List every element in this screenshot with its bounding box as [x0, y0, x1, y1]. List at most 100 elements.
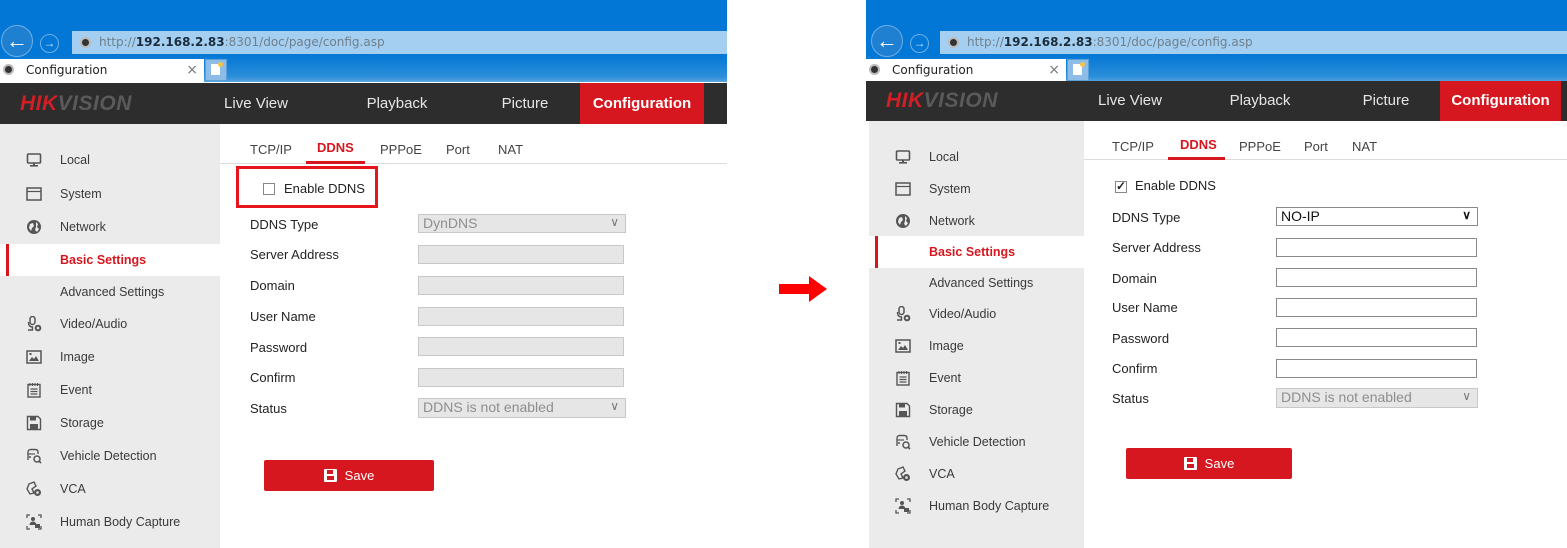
- globe-icon: [27, 220, 41, 234]
- sidebar-item-image[interactable]: Image: [0, 341, 220, 373]
- sidebar-item-local[interactable]: Local: [869, 141, 1089, 173]
- sidebar: Local System Network Basic Settings Adva…: [869, 121, 1084, 548]
- sidebar-item-vca[interactable]: VCA: [869, 458, 1089, 490]
- sidebar-item-local[interactable]: Local: [0, 144, 220, 176]
- image-icon: [26, 350, 42, 364]
- address-bar[interactable]: http://192.168.2.83:8301/doc/page/config…: [940, 31, 1567, 54]
- status-label: Status: [250, 401, 287, 416]
- floppy-disk-icon: [26, 415, 42, 431]
- back-button[interactable]: ←: [1, 25, 33, 57]
- app-header: HIKVISION Live View Playback Picture Con…: [866, 81, 1567, 121]
- tab-port[interactable]: Port: [1304, 139, 1328, 154]
- person-capture-icon: [895, 498, 911, 514]
- forward-button[interactable]: →: [40, 34, 59, 53]
- sidebar-item-vehicle-detection[interactable]: Vehicle Detection: [0, 440, 220, 472]
- sidebar-item-network[interactable]: Network: [0, 211, 220, 243]
- nav-picture[interactable]: Picture: [490, 83, 560, 124]
- nav-playback[interactable]: Playback: [1220, 81, 1300, 121]
- forward-button[interactable]: →: [910, 34, 929, 53]
- tab-nat[interactable]: NAT: [1352, 139, 1377, 154]
- nav-live-view[interactable]: Live View: [220, 83, 292, 124]
- sidebar-item-image[interactable]: Image: [869, 330, 1089, 362]
- tab-ddns[interactable]: DDNS: [317, 140, 354, 155]
- browser-tab[interactable]: Configuration ×: [0, 59, 204, 82]
- tab-pppoe[interactable]: PPPoE: [380, 142, 422, 157]
- password-label: Password: [1112, 331, 1170, 346]
- ddns-type-select[interactable]: NO-IP ∨: [1276, 207, 1478, 226]
- status-select[interactable]: DDNS is not enabled ∨: [1276, 388, 1478, 408]
- save-disk-icon: [1183, 457, 1197, 470]
- user-name-input[interactable]: [1276, 298, 1477, 317]
- calendar-list-icon: [27, 383, 41, 398]
- close-tab-icon[interactable]: ×: [1048, 59, 1060, 82]
- person-capture-icon: [26, 514, 42, 530]
- sidebar-item-advanced-settings[interactable]: Advanced Settings: [0, 276, 220, 308]
- ddns-type-label: DDNS Type: [1112, 210, 1181, 225]
- save-button[interactable]: Save: [264, 460, 434, 491]
- sidebar-item-video-audio[interactable]: Video/Audio: [869, 298, 1089, 330]
- save-button[interactable]: Save: [1126, 448, 1292, 479]
- server-address-input[interactable]: [418, 245, 624, 264]
- tab-port[interactable]: Port: [446, 142, 470, 157]
- user-name-input[interactable]: [418, 307, 624, 326]
- confirm-label: Confirm: [1112, 361, 1158, 376]
- sidebar-item-vca[interactable]: VCA: [0, 473, 220, 505]
- vca-icon: [895, 466, 910, 481]
- back-button[interactable]: ←: [871, 25, 903, 57]
- enable-ddns-label: Enable DDNS: [1135, 178, 1216, 193]
- tab-tcp-ip[interactable]: TCP/IP: [250, 142, 292, 157]
- status-select[interactable]: DDNS is not enabled ∨: [418, 398, 626, 418]
- close-tab-icon[interactable]: ×: [186, 59, 198, 82]
- tab-pppoe[interactable]: PPPoE: [1239, 139, 1281, 154]
- confirm-input[interactable]: [418, 368, 624, 387]
- password-input[interactable]: [418, 337, 624, 356]
- nav-playback[interactable]: Playback: [357, 83, 437, 124]
- domain-input[interactable]: [1276, 268, 1477, 287]
- sidebar-item-system[interactable]: System: [869, 173, 1089, 205]
- network-tabs: TCP/IP DDNS PPPoE Port NAT: [1084, 121, 1567, 160]
- new-tab-button[interactable]: [1067, 59, 1089, 81]
- confirm-label: Confirm: [250, 370, 296, 385]
- chevron-down-icon: ∨: [1462, 208, 1471, 222]
- nav-picture[interactable]: Picture: [1351, 81, 1421, 121]
- sidebar-item-advanced-settings[interactable]: Advanced Settings: [869, 267, 1089, 299]
- new-tab-button[interactable]: [205, 59, 227, 81]
- ddns-type-select[interactable]: DynDNS ∨: [418, 214, 626, 233]
- tab-favicon-icon: [869, 64, 880, 75]
- sidebar-item-basic-settings[interactable]: Basic Settings: [869, 236, 1084, 268]
- enable-ddns-checkbox[interactable]: [263, 183, 275, 195]
- server-address-input[interactable]: [1276, 238, 1477, 257]
- sidebar-item-event[interactable]: Event: [869, 362, 1089, 394]
- address-bar[interactable]: http://192.168.2.83:8301/doc/page/config…: [72, 31, 727, 54]
- network-tabs: TCP/IP DDNS PPPoE Port NAT: [220, 124, 727, 164]
- sidebar-item-video-audio[interactable]: Video/Audio: [0, 308, 220, 340]
- browser-tab[interactable]: Configuration ×: [866, 59, 1066, 82]
- sidebar-item-human-body-capture[interactable]: Human Body Capture: [0, 506, 220, 538]
- sidebar-item-event[interactable]: Event: [0, 374, 220, 406]
- vca-icon: [26, 481, 41, 496]
- floppy-disk-icon: [895, 402, 911, 418]
- sidebar-item-storage[interactable]: Storage: [0, 407, 220, 439]
- sidebar-item-human-body-capture[interactable]: Human Body Capture: [869, 490, 1089, 522]
- chevron-down-icon: ∨: [610, 215, 619, 229]
- window-icon: [26, 187, 42, 201]
- sidebar-item-storage[interactable]: Storage: [869, 394, 1089, 426]
- nav-configuration[interactable]: Configuration: [1440, 81, 1561, 121]
- password-input[interactable]: [1276, 328, 1477, 347]
- save-disk-icon: [323, 469, 337, 482]
- confirm-input[interactable]: [1276, 359, 1477, 378]
- sidebar-item-system[interactable]: System: [0, 178, 220, 210]
- nav-live-view[interactable]: Live View: [1094, 81, 1166, 121]
- enable-ddns-checkbox[interactable]: [1115, 179, 1127, 193]
- domain-input[interactable]: [418, 276, 624, 295]
- content-area: TCP/IP DDNS PPPoE Port NAT Enable DDNS D…: [220, 124, 727, 548]
- calendar-list-icon: [896, 371, 910, 386]
- sidebar-item-network[interactable]: Network: [869, 205, 1089, 237]
- nav-configuration[interactable]: Configuration: [580, 83, 704, 124]
- sidebar-item-vehicle-detection[interactable]: Vehicle Detection: [869, 426, 1089, 458]
- tab-nat[interactable]: NAT: [498, 142, 523, 157]
- tab-ddns[interactable]: DDNS: [1180, 137, 1217, 152]
- tab-tcp-ip[interactable]: TCP/IP: [1112, 139, 1154, 154]
- sidebar-item-basic-settings[interactable]: Basic Settings: [0, 244, 220, 276]
- content-area: TCP/IP DDNS PPPoE Port NAT Enable DDNS D…: [1084, 121, 1567, 548]
